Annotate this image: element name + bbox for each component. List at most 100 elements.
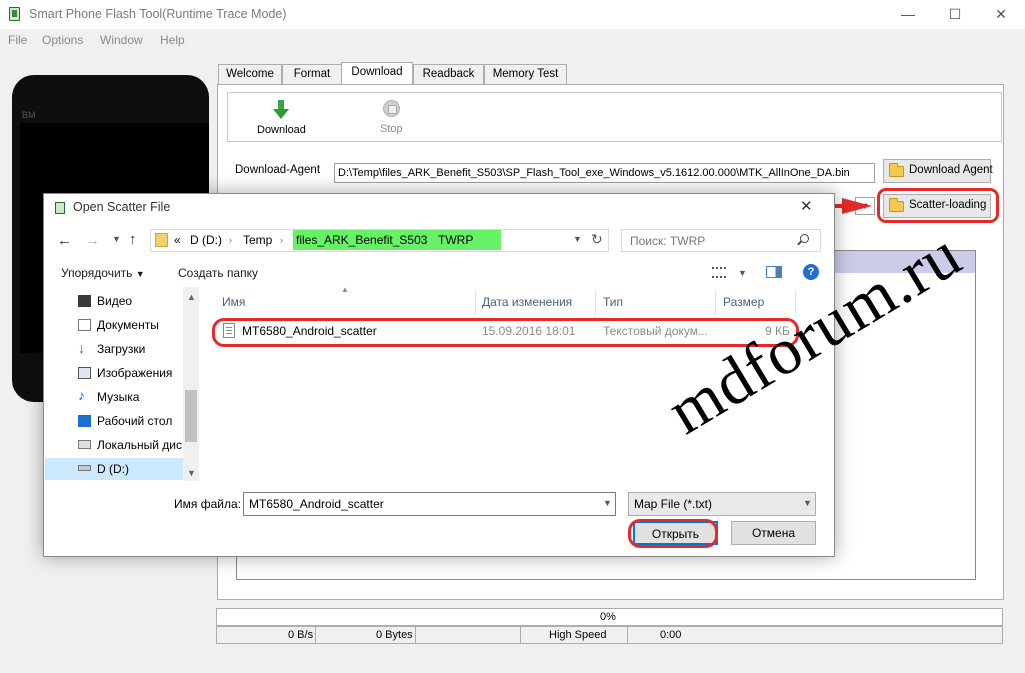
organize-button[interactable]: Упорядочить ▼	[61, 266, 145, 280]
phone-brand: BM	[22, 110, 36, 120]
status-mode: High Speed	[549, 629, 607, 641]
status-row	[216, 626, 1003, 644]
documents-icon	[78, 319, 91, 331]
breadcrumb-overflow[interactable]: «	[174, 233, 181, 247]
view-options-icon[interactable]	[712, 267, 726, 278]
filetype-select[interactable]: Map File (*.txt)	[628, 492, 816, 516]
dialog-close-icon[interactable]: ✕	[800, 197, 813, 215]
organize-label: Упорядочить	[61, 266, 133, 280]
status-divider	[315, 627, 316, 643]
video-icon	[78, 295, 91, 307]
tab-readback[interactable]: Readback	[413, 64, 484, 84]
window-title: Smart Phone Flash Tool(Runtime Trace Mod…	[29, 7, 287, 21]
filename-input[interactable]: MT6580_Android_scatter	[243, 492, 616, 516]
recent-locations-chevron-icon[interactable]: ▼	[112, 234, 121, 244]
stop-icon[interactable]	[383, 100, 400, 117]
images-icon	[78, 367, 91, 379]
search-input[interactable]: Поиск: TWRP	[621, 229, 821, 252]
address-dropdown-icon[interactable]: ▼	[573, 234, 582, 244]
open-highlight-oval	[628, 519, 718, 548]
drive-icon	[78, 465, 91, 471]
dialog-app-icon	[55, 202, 65, 214]
status-divider	[520, 627, 521, 643]
desktop-icon	[78, 415, 91, 427]
tab-welcome[interactable]: Welcome	[218, 64, 282, 84]
nav-item-music[interactable]: Музыка	[97, 390, 139, 404]
breadcrumb-twrp[interactable]: TWRP	[438, 233, 473, 247]
stop-button-label[interactable]: Stop	[380, 123, 403, 135]
chevron-down-icon: ▼	[135, 269, 145, 279]
filename-label: Имя файла:	[174, 497, 241, 511]
back-arrow-icon[interactable]: ←	[57, 232, 72, 249]
minimize-button[interactable]: —	[885, 0, 931, 29]
dialog-title: Open Scatter File	[73, 200, 171, 214]
menu-window[interactable]: Window	[100, 33, 143, 47]
breadcrumb-files-folder[interactable]: files_ARK_Benefit_S503	[296, 233, 427, 247]
download-arrow-icon[interactable]	[273, 100, 289, 120]
refresh-icon[interactable]: ↻	[591, 231, 603, 248]
column-divider[interactable]	[595, 290, 596, 316]
view-dropdown-icon[interactable]: ▼	[738, 268, 747, 278]
status-time: 0:00	[660, 629, 682, 641]
download-agent-path-field[interactable]: D:\Temp\files_ARK_Benefit_S503\SP_Flash_…	[334, 163, 875, 183]
new-folder-button[interactable]: Создать папку	[178, 266, 258, 280]
local-disk-icon	[78, 440, 91, 449]
tab-download[interactable]: Download	[341, 62, 413, 85]
column-type[interactable]: Тип	[603, 295, 623, 309]
breadcrumb-separator-icon[interactable]: ›	[280, 235, 283, 245]
nav-item-video[interactable]: Видео	[97, 294, 132, 308]
download-agent-label: Download-Agent	[235, 164, 321, 176]
up-arrow-icon[interactable]: ↑	[129, 231, 137, 248]
music-icon: ♪	[78, 387, 85, 403]
scroll-up-icon[interactable]: ▲	[187, 292, 196, 302]
download-agent-button[interactable]: Download Agent	[883, 159, 993, 183]
column-divider[interactable]	[475, 290, 476, 316]
folder-icon	[889, 163, 904, 177]
app-icon	[9, 7, 20, 21]
cancel-button[interactable]: Отмена	[731, 521, 816, 545]
download-button-label[interactable]: Download	[257, 124, 306, 136]
preview-pane-icon[interactable]	[766, 266, 782, 278]
nav-scrollbar-thumb[interactable]	[185, 390, 197, 442]
maximize-button[interactable]: ☐	[932, 0, 978, 29]
nav-item-images[interactable]: Изображения	[97, 366, 172, 380]
column-date[interactable]: Дата изменения	[482, 295, 572, 309]
breadcrumb-drive[interactable]: D (D:)	[190, 233, 222, 247]
column-divider[interactable]	[715, 290, 716, 316]
scroll-down-icon[interactable]: ▼	[187, 468, 196, 478]
nav-item-desktop[interactable]: Рабочий стол	[97, 414, 172, 428]
tab-memory-test[interactable]: Memory Test	[484, 64, 567, 84]
sort-ascending-icon: ▲	[341, 285, 349, 294]
column-name[interactable]: Имя	[222, 295, 245, 309]
column-size[interactable]: Размер	[723, 295, 764, 309]
filename-dropdown-icon[interactable]: ▼	[603, 498, 612, 508]
status-speed: 0 B/s	[288, 629, 314, 641]
status-divider	[415, 627, 416, 643]
breadcrumb-separator-icon[interactable]: ›	[424, 235, 427, 245]
nav-item-downloads[interactable]: Загрузки	[97, 342, 145, 356]
menu-options[interactable]: Options	[42, 33, 83, 47]
nav-scrollbar[interactable]	[183, 287, 199, 481]
file-highlight-oval	[212, 318, 799, 347]
downloads-icon: ↓	[78, 340, 85, 356]
close-button[interactable]: ✕	[978, 0, 1024, 29]
search-icon[interactable]	[800, 234, 809, 243]
status-bytes: 0 Bytes	[376, 629, 413, 641]
forward-arrow-icon[interactable]: →	[85, 232, 100, 249]
breadcrumb-temp[interactable]: Temp	[243, 233, 272, 247]
menu-bar	[0, 29, 1025, 51]
help-icon[interactable]: ?	[803, 264, 819, 280]
tab-format[interactable]: Format	[282, 64, 342, 84]
menu-help[interactable]: Help	[160, 33, 185, 47]
filetype-dropdown-icon[interactable]: ▼	[803, 498, 812, 508]
breadcrumb-separator-icon[interactable]: ›	[229, 235, 232, 245]
nav-item-local-disk[interactable]: Локальный дис	[97, 438, 182, 452]
toolbar	[227, 92, 1002, 142]
nav-item-drive-d[interactable]: D (D:)	[97, 462, 129, 476]
download-agent-button-label: Download Agent	[909, 164, 993, 176]
progress-text: 0%	[600, 611, 616, 623]
nav-item-documents[interactable]: Документы	[97, 318, 159, 332]
menu-file[interactable]: File	[8, 33, 27, 47]
folder-icon	[155, 233, 168, 247]
scatter-highlight-oval	[877, 188, 999, 223]
